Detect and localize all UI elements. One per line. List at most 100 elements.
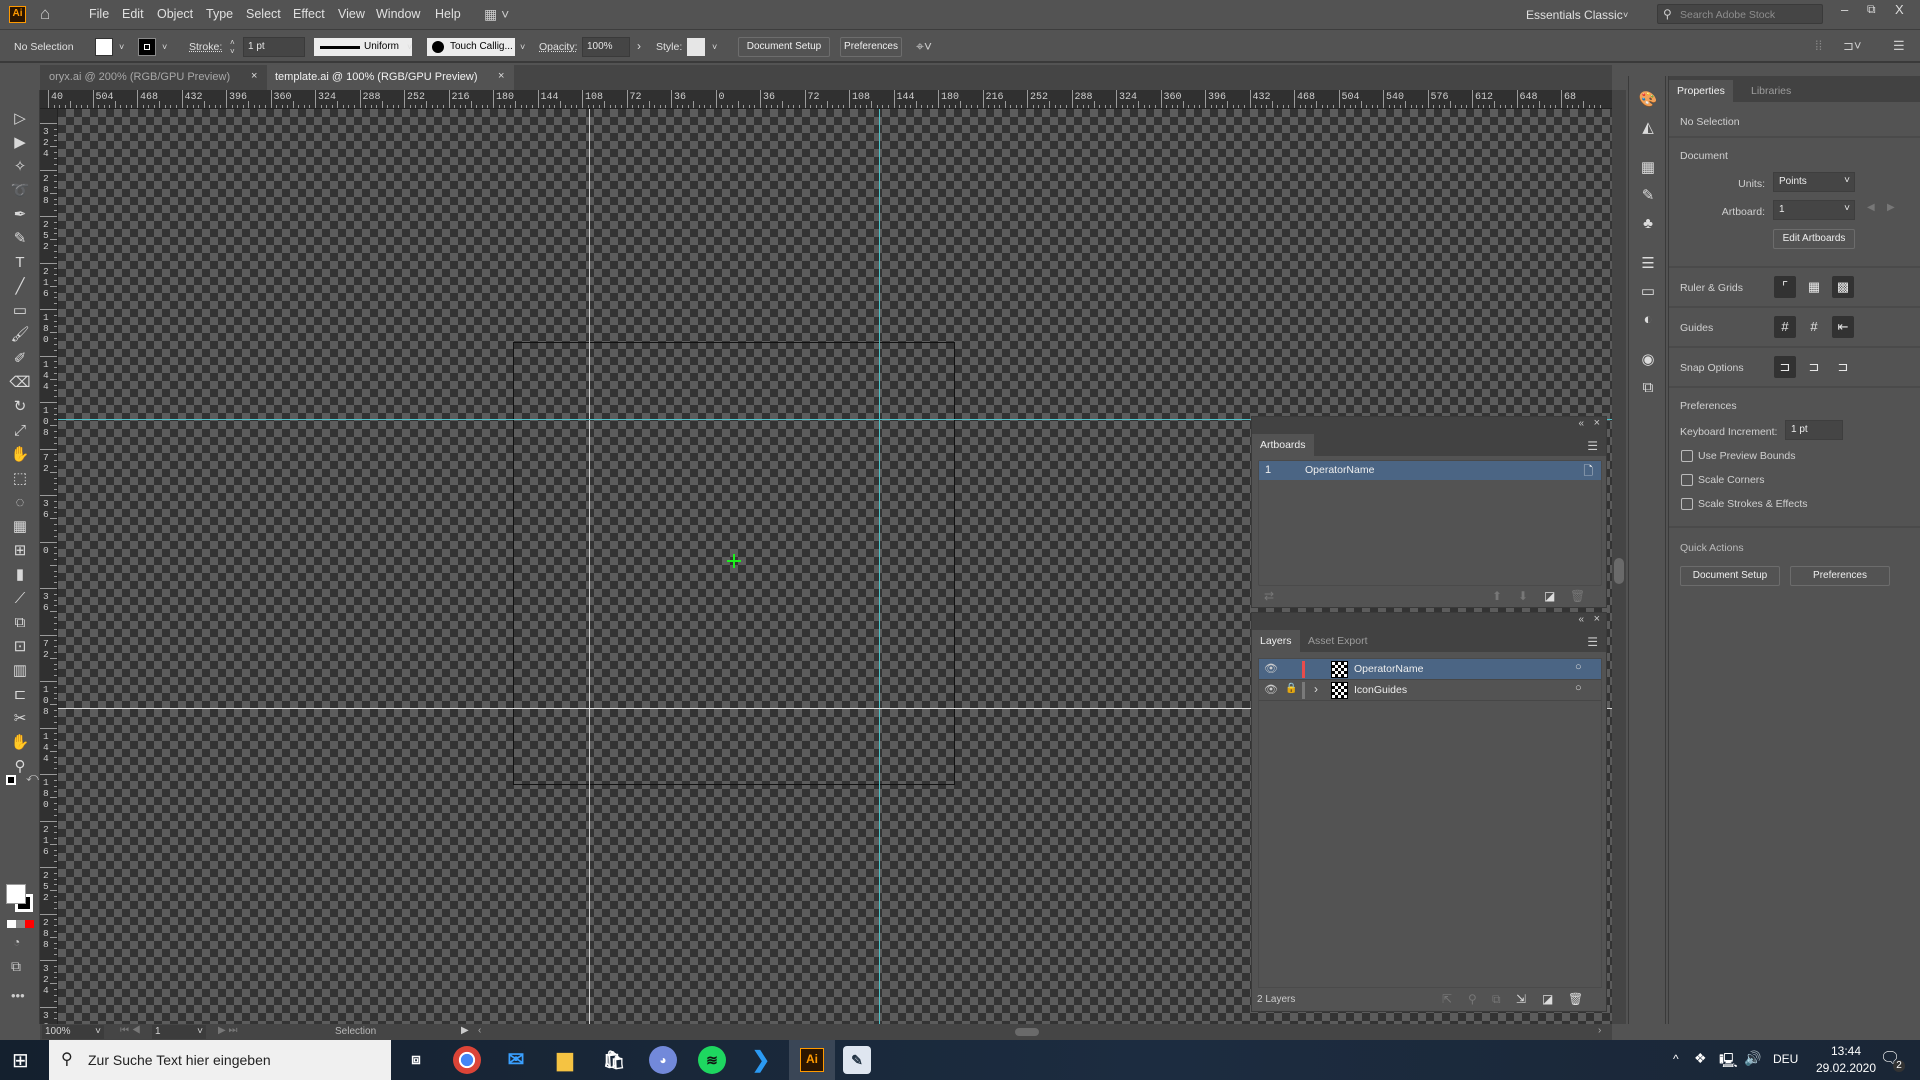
perspective-grid-tool-icon[interactable]: ▦	[8, 516, 32, 538]
vertical-ruler[interactable]: 3242882522161801441087236036721081441802…	[40, 109, 58, 1024]
horizontal-scrollbar-thumb[interactable]	[1015, 1028, 1039, 1036]
hand-tool-icon[interactable]: ✋	[8, 732, 32, 754]
opacity-label[interactable]: Opacity:	[539, 41, 578, 53]
next-artboard-icon[interactable]: ▶	[1887, 202, 1895, 213]
stroke-dropdown-icon[interactable]: ˅	[162, 42, 167, 52]
fill-color-box[interactable]	[6, 884, 26, 904]
keyboard-increment-input[interactable]: 1 pt	[1785, 420, 1843, 440]
vscode-icon[interactable]: ❯	[747, 1046, 775, 1074]
scroll-right-icon[interactable]: ›	[1598, 1025, 1601, 1036]
layer-name[interactable]: IconGuides	[1354, 684, 1407, 696]
chrome-icon[interactable]	[453, 1046, 481, 1074]
horizontal-ruler[interactable]: 40 504 468 432 396 360 324 288 252 216 180 144 108 72…	[40, 90, 1612, 109]
layer-name[interactable]: OperatorName	[1354, 663, 1423, 675]
draw-mode-icon[interactable]: ◔	[13, 935, 20, 949]
collapse-panel-icon[interactable]: «	[1578, 418, 1584, 429]
tab-libraries[interactable]: Libraries	[1743, 80, 1799, 102]
panel-menu-icon[interactable]: ☰	[1587, 439, 1598, 453]
illustrator-taskbar-button[interactable]: Ai	[789, 1040, 835, 1080]
collapse-panel-icon[interactable]: «	[1578, 614, 1584, 625]
use-preview-bounds-checkbox[interactable]	[1681, 450, 1693, 462]
eyedropper-tool-icon[interactable]: ⟋	[8, 588, 32, 610]
screen-mode-icon[interactable]: ⧉	[11, 958, 21, 975]
menu-type[interactable]: Type	[206, 7, 233, 21]
selection-tool-icon[interactable]: ▷	[8, 108, 32, 130]
stroke-label[interactable]: Stroke:	[189, 41, 222, 53]
target-circle-icon[interactable]: ○	[1575, 661, 1582, 673]
scale-tool-icon[interactable]: ⤢	[8, 420, 32, 442]
first-artboard-icon[interactable]: ⏮ ◀	[120, 1025, 141, 1036]
brushes-icon[interactable]: ✎	[1638, 186, 1658, 206]
clock-date[interactable]: 29.02.2020	[1810, 1061, 1882, 1075]
menu-effect[interactable]: Effect	[293, 7, 325, 21]
mesh-tool-icon[interactable]: ⊞	[8, 540, 32, 562]
profile-dropdown-icon[interactable]: ˅	[407, 42, 412, 52]
network-icon[interactable]: 🖳	[1719, 1050, 1738, 1074]
align-icon[interactable]: ⁞⁞	[1815, 38, 1822, 53]
line-tool-icon[interactable]: ╱	[8, 276, 32, 298]
spotify-icon[interactable]: ≋	[698, 1046, 726, 1074]
artboard-name[interactable]: OperatorName	[1305, 464, 1374, 476]
workspace-switcher[interactable]: Essentials Classic	[1526, 8, 1623, 22]
artboard-select[interactable]: 1 ˅	[1773, 200, 1855, 220]
slice-tool-icon[interactable]: ✂	[8, 708, 32, 730]
zoom-select[interactable]: 100% ˅	[42, 1025, 104, 1039]
artboard-tool-icon[interactable]: ⊏	[8, 684, 32, 706]
menu-help[interactable]: Help	[435, 7, 461, 21]
grid-icon[interactable]: ▦	[1803, 276, 1825, 298]
status-menu-icon[interactable]: ▶	[461, 1025, 469, 1036]
magic-wand-tool-icon[interactable]: ✧	[8, 156, 32, 178]
column-graph-tool-icon[interactable]: ▥	[8, 660, 32, 682]
opacity-expand-icon[interactable]: ›	[637, 39, 641, 53]
close-tab-icon[interactable]: ×	[251, 70, 257, 82]
scale-corners-checkbox[interactable]	[1681, 474, 1693, 486]
scroll-left-icon[interactable]: ‹	[478, 1025, 481, 1036]
stroke-swatch[interactable]	[138, 38, 156, 56]
locate-object-icon[interactable]: ⚲	[1468, 992, 1477, 1006]
delete-layer-icon[interactable]: 🗑	[1568, 992, 1583, 1006]
export-icon[interactable]: ⇱	[1442, 992, 1452, 1006]
default-fill-stroke-icon[interactable]	[6, 775, 16, 785]
color-mode-icons[interactable]	[7, 920, 34, 928]
snap-to-grid-icon[interactable]: ⊐	[1803, 356, 1825, 378]
last-artboard-icon[interactable]: ▶ ⏭	[218, 1025, 237, 1036]
close-button[interactable]: X	[1895, 2, 1904, 17]
dropbox-icon[interactable]: ❖	[1694, 1050, 1707, 1067]
file-explorer-icon[interactable]: ▆	[551, 1046, 579, 1074]
lock-guides-icon[interactable]: #	[1803, 316, 1825, 338]
menu-view[interactable]: View	[338, 7, 365, 21]
document-setup-button[interactable]: Document Setup	[738, 37, 830, 57]
transparency-grid-icon[interactable]: ▩	[1832, 276, 1854, 298]
free-transform-tool-icon[interactable]: ⬚	[8, 468, 32, 490]
taskbar-search-box[interactable]: ⚲ Zur Suche Text hier eingeben	[49, 1040, 391, 1080]
mail-icon[interactable]: ✉	[502, 1046, 530, 1074]
arrange-documents-icon[interactable]: ▦ ˅	[484, 6, 509, 23]
search-stock-field[interactable]: ⚲ Search Adobe Stock	[1657, 4, 1823, 24]
guide-vertical-white[interactable]	[589, 109, 590, 1024]
menu-window[interactable]: Window	[376, 7, 420, 21]
swatches-icon[interactable]: ▦	[1638, 158, 1658, 178]
guide-vertical-cyan[interactable]	[879, 109, 880, 1024]
fill-dropdown-icon[interactable]: ˅	[119, 42, 124, 52]
more-tools-icon[interactable]: •••	[11, 988, 25, 1003]
curvature-tool-icon[interactable]: ✎	[8, 228, 32, 250]
home-icon[interactable]: ⌂	[40, 4, 50, 24]
close-tab-icon[interactable]: ×	[498, 70, 504, 82]
store-icon[interactable]: 🛍	[600, 1046, 628, 1074]
rulers-icon[interactable]: ⌜	[1774, 276, 1796, 298]
edit-artboards-button[interactable]: Edit Artboards	[1773, 229, 1855, 249]
color-guide-icon[interactable]: 🎨	[1638, 90, 1658, 110]
swap-fill-stroke-icon[interactable]: ⤺	[26, 770, 39, 785]
move-down-icon[interactable]: ⬇	[1518, 589, 1528, 603]
appearance-icon[interactable]: ◉	[1638, 350, 1658, 370]
quick-document-setup-button[interactable]: Document Setup	[1680, 566, 1780, 586]
stroke-weight-input[interactable]: 1 pt	[243, 37, 305, 57]
stroke-stepper[interactable]: ˄ ˅	[230, 38, 235, 56]
brush-definition[interactable]: Touch Callig...	[427, 38, 515, 56]
shaper-tool-icon[interactable]: ✐	[8, 348, 32, 370]
rearrange-icon[interactable]: ⇄	[1264, 589, 1274, 603]
minimize-button[interactable]: –	[1841, 2, 1848, 17]
rotate-tool-icon[interactable]: ↻	[8, 396, 32, 418]
discord-icon[interactable]: ◕	[649, 1046, 677, 1074]
new-sublayer-icon[interactable]: ⇲	[1516, 992, 1526, 1006]
